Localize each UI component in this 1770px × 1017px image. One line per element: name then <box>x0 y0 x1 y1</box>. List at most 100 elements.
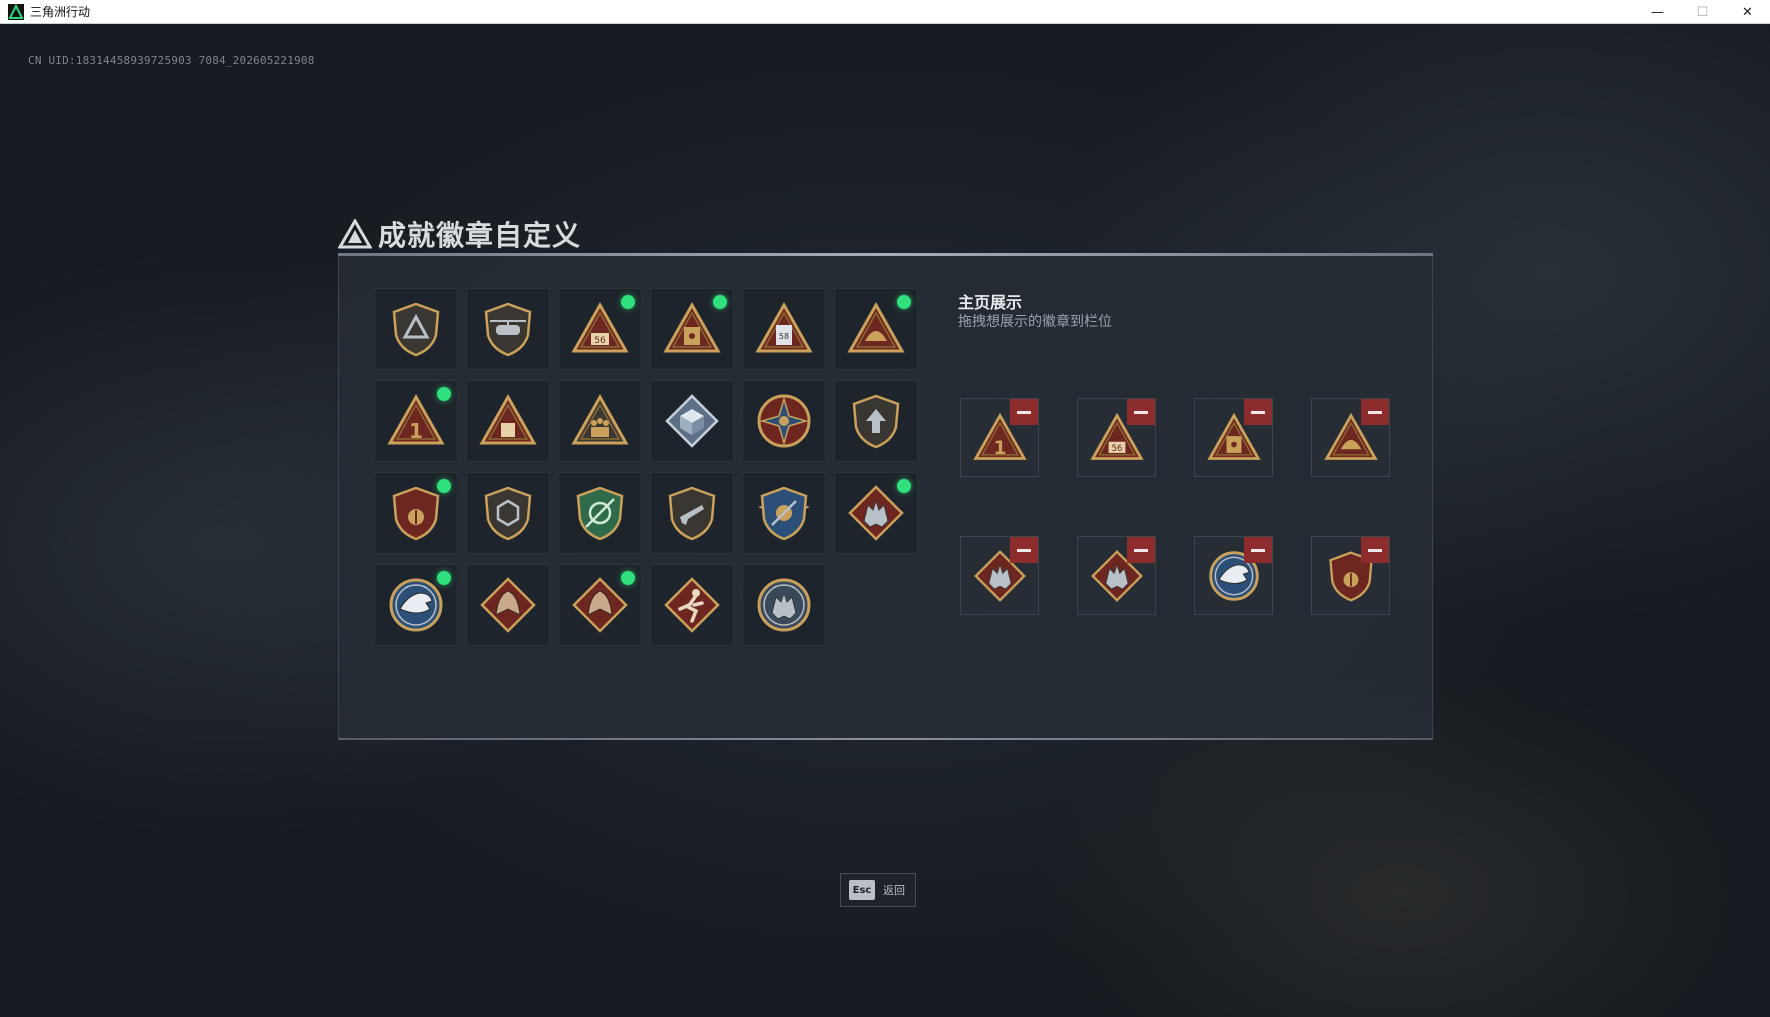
badge-item[interactable] <box>466 472 550 554</box>
minus-icon <box>1251 410 1265 414</box>
winged-shield-badge-icon <box>758 486 810 541</box>
showcase-title: 主页展示 <box>958 293 1023 312</box>
badge-item[interactable] <box>466 564 550 646</box>
badge-customize-panel: 56 58 1 主页展示 拖拽想展示的徽章到栏位 1 56 <box>338 253 1433 740</box>
window-title: 三角洲行动 <box>30 5 91 19</box>
rifle-shield-badge-icon <box>668 486 716 541</box>
remove-badge-button[interactable] <box>1127 537 1155 563</box>
minimize-button[interactable]: — <box>1635 0 1680 24</box>
badge-item[interactable] <box>742 472 826 554</box>
showcase-slot[interactable] <box>960 536 1039 615</box>
svg-text:1: 1 <box>993 437 1006 458</box>
triangle-58-badge-icon: 58 <box>755 301 813 353</box>
badge-item[interactable] <box>834 472 918 554</box>
badge-item[interactable] <box>374 472 458 554</box>
showcase-slot[interactable] <box>1311 398 1390 477</box>
esc-key-hint: Esc <box>849 880 875 900</box>
green-crosshair-shield-badge-icon <box>576 486 624 541</box>
badge-item[interactable] <box>650 288 734 370</box>
badge-item[interactable] <box>558 564 642 646</box>
triangle-56-badge-icon: 56 <box>571 301 629 353</box>
showcase-slot[interactable] <box>1194 398 1273 477</box>
runner-diamond-badge-icon <box>664 577 720 633</box>
back-label: 返回 <box>883 884 905 897</box>
badge-item[interactable] <box>374 564 458 646</box>
page-header: 成就徽章自定义 <box>338 214 581 254</box>
shield-delta-badge-icon <box>392 302 440 357</box>
badge-item[interactable] <box>466 288 550 370</box>
close-button[interactable]: ✕ <box>1725 0 1770 24</box>
window-title-bar: 三角洲行动 — ☐ ✕ <box>0 0 1770 24</box>
badge-item[interactable]: 58 <box>742 288 826 370</box>
helicopter-badge-icon <box>484 302 532 357</box>
badge-item[interactable] <box>834 288 918 370</box>
badge-item[interactable] <box>558 380 642 462</box>
triangle-vault-badge-icon <box>663 301 721 353</box>
compass-emblem-badge-icon <box>757 394 811 448</box>
new-indicator-dot <box>621 295 635 309</box>
shield-arrow-badge-icon <box>852 394 900 449</box>
remove-badge-button[interactable] <box>1010 399 1038 425</box>
remove-badge-button[interactable] <box>1127 399 1155 425</box>
svg-text:58: 58 <box>779 332 789 341</box>
badge-item[interactable] <box>650 564 734 646</box>
badge-item[interactable] <box>742 380 826 462</box>
badge-item[interactable]: 1 <box>374 380 458 462</box>
minus-icon <box>1017 548 1031 552</box>
new-indicator-dot <box>621 571 635 585</box>
wolf-circle-badge-icon <box>757 578 811 632</box>
crowned-shield-badge-icon <box>392 486 440 541</box>
badge-item[interactable] <box>650 472 734 554</box>
svg-text:1: 1 <box>409 419 423 443</box>
triangle-1-badge-icon: 1 <box>387 393 445 445</box>
dragon-diamond-badge-icon <box>572 577 628 633</box>
showcase-slot[interactable]: 56 <box>1077 398 1156 477</box>
minus-icon <box>1368 410 1382 414</box>
triangle-squad-badge-icon <box>571 393 629 445</box>
badge-item[interactable] <box>558 472 642 554</box>
badge-item[interactable] <box>650 380 734 462</box>
new-indicator-dot <box>437 387 451 401</box>
svg-text:56: 56 <box>1111 443 1122 453</box>
badge-item[interactable] <box>374 288 458 370</box>
cube-diamond-badge-icon <box>665 394 719 448</box>
uid-label: CN UID:18314458939725903 7084_2026052219… <box>28 54 315 67</box>
minus-icon <box>1251 548 1265 552</box>
triangle-helmet-badge-icon <box>847 301 905 353</box>
new-indicator-dot <box>437 571 451 585</box>
back-button[interactable]: Esc 返回 <box>840 873 916 907</box>
new-indicator-dot <box>713 295 727 309</box>
minus-icon <box>1017 410 1031 414</box>
remove-badge-button[interactable] <box>1244 399 1272 425</box>
minus-icon <box>1134 410 1148 414</box>
showcase-slots: 1 56 <box>960 398 1390 615</box>
badge-collection-grid: 56 58 1 <box>374 288 918 646</box>
delta-app-icon <box>8 3 24 20</box>
showcase-slot[interactable] <box>1194 536 1273 615</box>
page-title: 成就徽章自定义 <box>378 219 582 252</box>
new-indicator-dot <box>897 295 911 309</box>
triangle-crate-badge-icon <box>479 393 537 445</box>
badge-item[interactable]: 56 <box>558 288 642 370</box>
delta-logo-icon <box>338 219 372 249</box>
wolf-diamond-badge-icon <box>848 485 904 541</box>
minus-icon <box>1368 548 1382 552</box>
hex-shield-badge-icon <box>484 486 532 541</box>
remove-badge-button[interactable] <box>1010 537 1038 563</box>
showcase-slot[interactable] <box>1311 536 1390 615</box>
svg-text:56: 56 <box>594 336 606 346</box>
showcase-subtitle: 拖拽想展示的徽章到栏位 <box>958 314 1112 330</box>
remove-badge-button[interactable] <box>1361 399 1389 425</box>
showcase-slot[interactable] <box>1077 536 1156 615</box>
new-indicator-dot <box>437 479 451 493</box>
dragon-diamond-badge-icon <box>480 577 536 633</box>
badge-item[interactable] <box>834 380 918 462</box>
eagle-circle-badge-icon <box>389 578 443 632</box>
remove-badge-button[interactable] <box>1244 537 1272 563</box>
maximize-button[interactable]: ☐ <box>1680 0 1725 24</box>
badge-item[interactable] <box>466 380 550 462</box>
remove-badge-button[interactable] <box>1361 537 1389 563</box>
showcase-slot[interactable]: 1 <box>960 398 1039 477</box>
minus-icon <box>1134 548 1148 552</box>
badge-item[interactable] <box>742 564 826 646</box>
